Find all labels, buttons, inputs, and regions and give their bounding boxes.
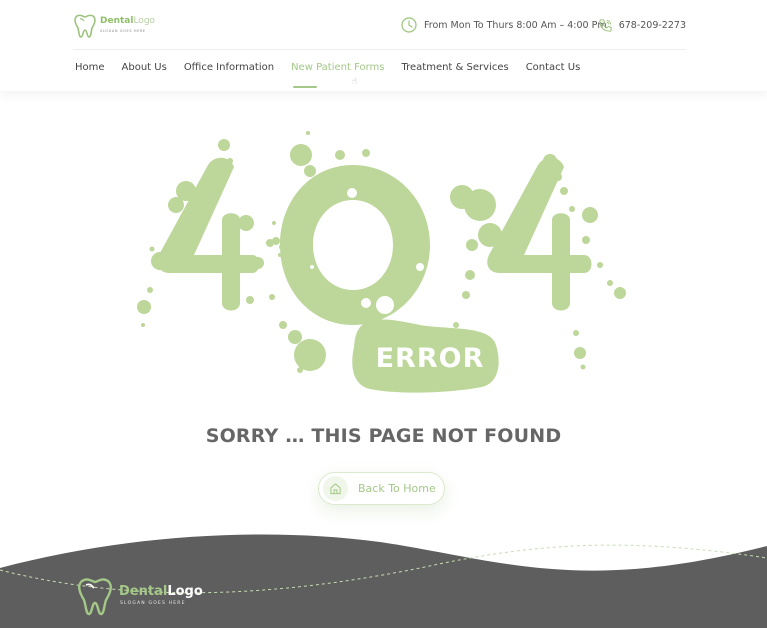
tooth-logo-icon <box>78 578 112 616</box>
header-brand-name: DentalLogo <box>100 16 156 26</box>
footer-brand-slogan: SLOGAN GOES HERE <box>120 601 186 606</box>
main-nav: Home About Us Office Information New Pat… <box>75 62 597 88</box>
nav-item-label: New Patient Forms <box>291 62 385 73</box>
tooth-logo-icon <box>74 14 96 38</box>
digit-4-left <box>137 139 285 327</box>
nav-item-label: Office Information <box>183 62 275 73</box>
clock-icon <box>401 17 417 33</box>
error-404-illustration: ERROR <box>137 131 626 393</box>
nav-item-treatment-services[interactable]: Treatment & Services <box>401 62 508 78</box>
nav-item-label: Contact Us <box>525 62 581 73</box>
office-hours: From Mon To Thurs 8:00 Am – 4:00 Pm <box>401 16 607 34</box>
footer-logo[interactable]: DentalLogo SLOGAN GOES HERE <box>75 575 203 616</box>
header-logo[interactable]: DentalLogo SLOGAN GOES HERE <box>73 12 155 40</box>
phone-icon <box>599 18 612 32</box>
office-hours-text: From Mon To Thurs 8:00 Am – 4:00 Pm <box>424 19 607 31</box>
nav-item-about-us[interactable]: About Us <box>122 62 167 78</box>
nav-item-label: Treatment & Services <box>401 62 509 73</box>
active-nav-underline <box>293 86 318 88</box>
home-icon-circle <box>323 476 348 501</box>
nav-item-label: About Us <box>121 62 167 73</box>
error-word: ERROR <box>376 343 485 374</box>
footer-brand-name: DentalLogo <box>119 584 203 599</box>
pointer-cursor-icon: ☝ <box>352 77 358 87</box>
header-brand-slogan: SLOGAN GOES HERE <box>100 29 146 33</box>
home-icon <box>330 483 341 495</box>
page-title: SORRY … THIS PAGE NOT FOUND <box>205 425 562 447</box>
nav-item-label: Home <box>75 62 105 73</box>
site-header: DentalLogo SLOGAN GOES HERE From Mon To … <box>0 0 767 91</box>
back-to-home-button[interactable]: Back To Home <box>318 472 445 505</box>
nav-item-new-patient-forms[interactable]: New Patient Forms <box>291 62 385 88</box>
nav-item-home[interactable]: Home <box>75 62 105 78</box>
phone-contact[interactable]: 678-209-2273 <box>598 16 686 34</box>
footer-wave <box>0 534 767 628</box>
nav-item-office-information[interactable]: Office Information <box>184 62 274 78</box>
nav-item-contact-us[interactable]: Contact Us <box>526 62 581 78</box>
back-to-home-label: Back To Home <box>358 482 436 495</box>
header-top-row: DentalLogo SLOGAN GOES HERE From Mon To … <box>73 10 686 50</box>
phone-number: 678-209-2273 <box>618 19 686 31</box>
